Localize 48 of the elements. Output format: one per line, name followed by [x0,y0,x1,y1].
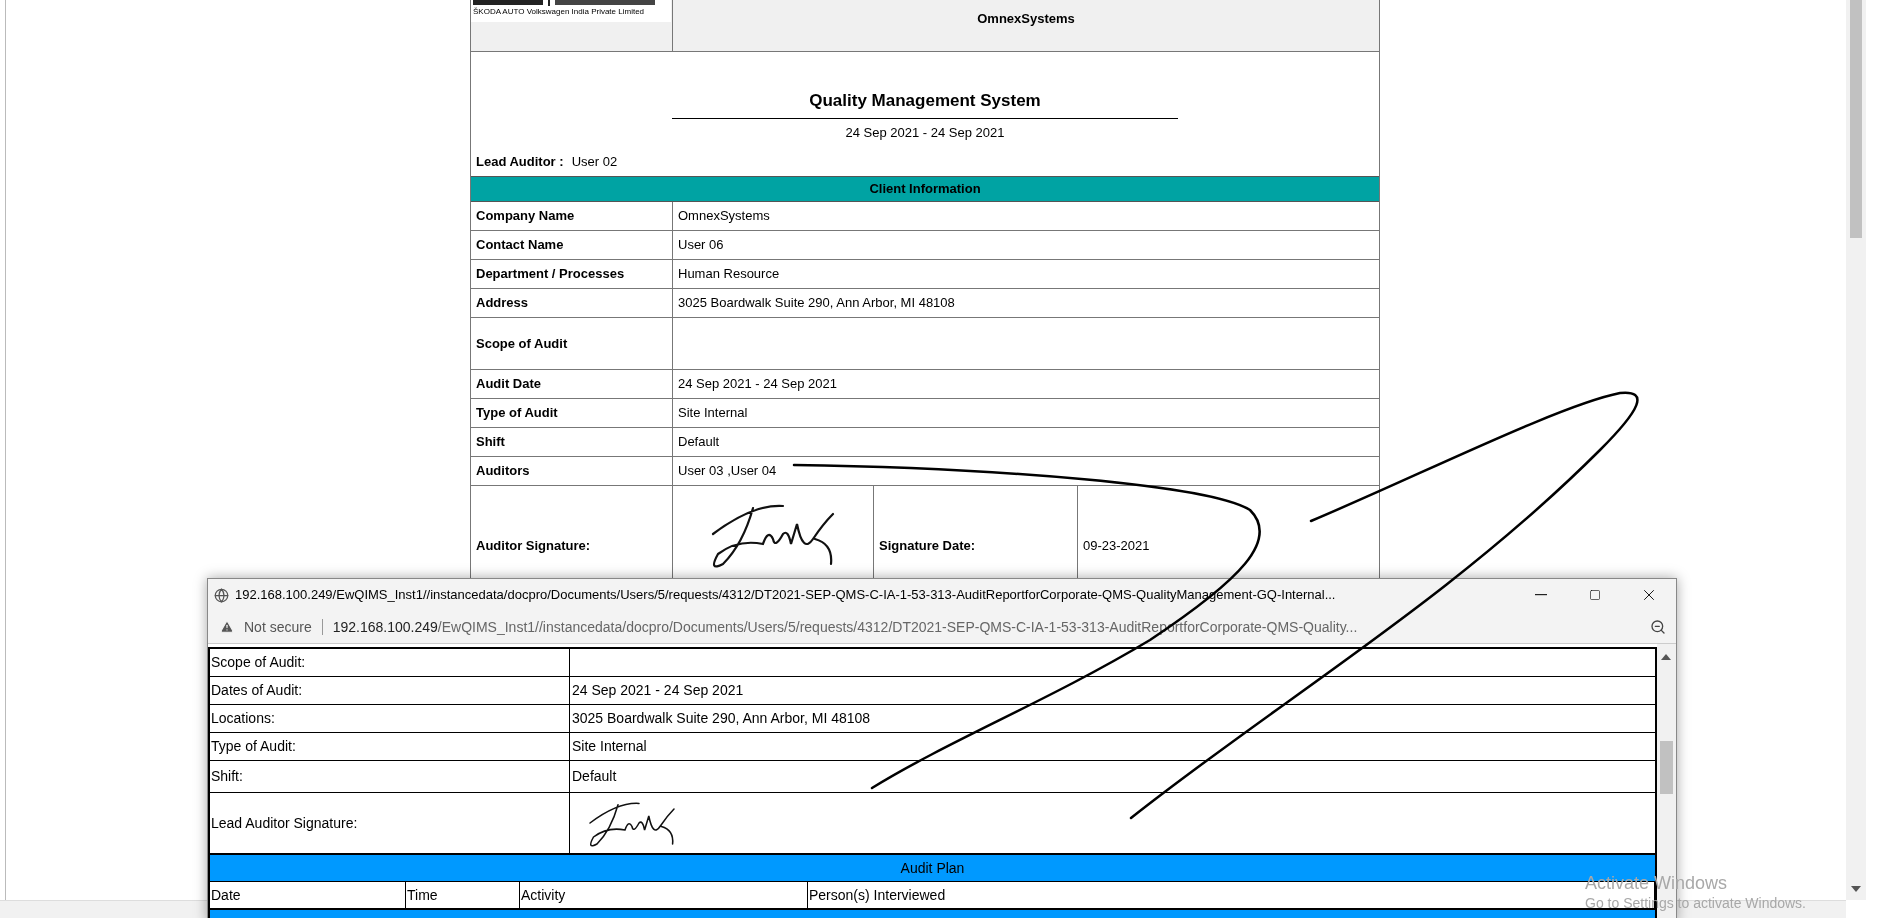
field-label: Locations: [210,705,570,732]
field-value: Default [677,433,721,452]
field-value: 24 Sep 2021 - 24 Sep 2021 [571,681,745,700]
field-value: User 06 [677,236,725,255]
logo-caption: ŠKODA AUTO Volkswagen India Private Limited [473,6,646,18]
field-label: Audit Date [471,370,673,398]
field-value: 3025 Boardwalk Suite 290, Ann Arbor, MI 48108 [571,709,872,728]
section-header: Client Information [471,176,1379,202]
field-label: Shift [471,428,673,456]
field-label: Company Name [471,202,673,230]
field-label: Scope of Audit [471,318,673,369]
field-value: Site Internal [677,404,749,423]
zoom-icon[interactable] [1650,619,1666,635]
field-label: Scope of Audit: [210,649,570,676]
field-label: Dates of Audit: [210,677,570,704]
field-value: OmnexSystems [677,207,771,226]
company-name: OmnexSystems [977,10,1075,28]
field-value: Default [571,767,618,786]
maximize-icon [1589,589,1601,601]
lead-auditor-value: User 02 [571,153,618,171]
date-range: 24 Sep 2021 - 24 Sep 2021 [845,123,1005,142]
field-label: Type of Audit [471,399,673,427]
field-label: Contact Name [471,231,673,259]
column-header: Time [406,882,520,908]
lead-auditor-label: Lead Auditor : [476,153,564,171]
scrollbar-thumb[interactable] [1850,0,1862,238]
warning-icon [220,620,234,634]
field-label: Type of Audit: [210,733,570,760]
field-label: Department / Processes [471,260,673,288]
column-header: Activity [520,882,808,908]
field-label: Auditors [471,457,673,485]
scroll-up-icon[interactable] [1661,654,1671,660]
minimize-icon [1535,594,1547,596]
field-label: Address [471,289,673,317]
field-value: User 03 ,User 04 [677,462,778,481]
field-label: Lead Auditor Signature: [210,793,570,853]
column-header: Date [210,882,406,908]
field-value: Site Internal [571,737,648,756]
document-title: Quality Management System [672,88,1178,119]
scrollbar-thumb[interactable] [1660,741,1673,794]
field-value: 3025 Boardwalk Suite 290, Ann Arbor, MI 48108 [677,294,956,313]
globe-icon [214,587,229,603]
security-label: Not secure [244,617,312,637]
field-value: Human Resource [677,265,781,284]
scrollbar[interactable] [1846,0,1866,900]
field-value: 24 Sep 2021 - 24 Sep 2021 [677,375,839,394]
scroll-down-icon[interactable] [1851,886,1861,892]
field-label: Shift: [210,761,570,792]
